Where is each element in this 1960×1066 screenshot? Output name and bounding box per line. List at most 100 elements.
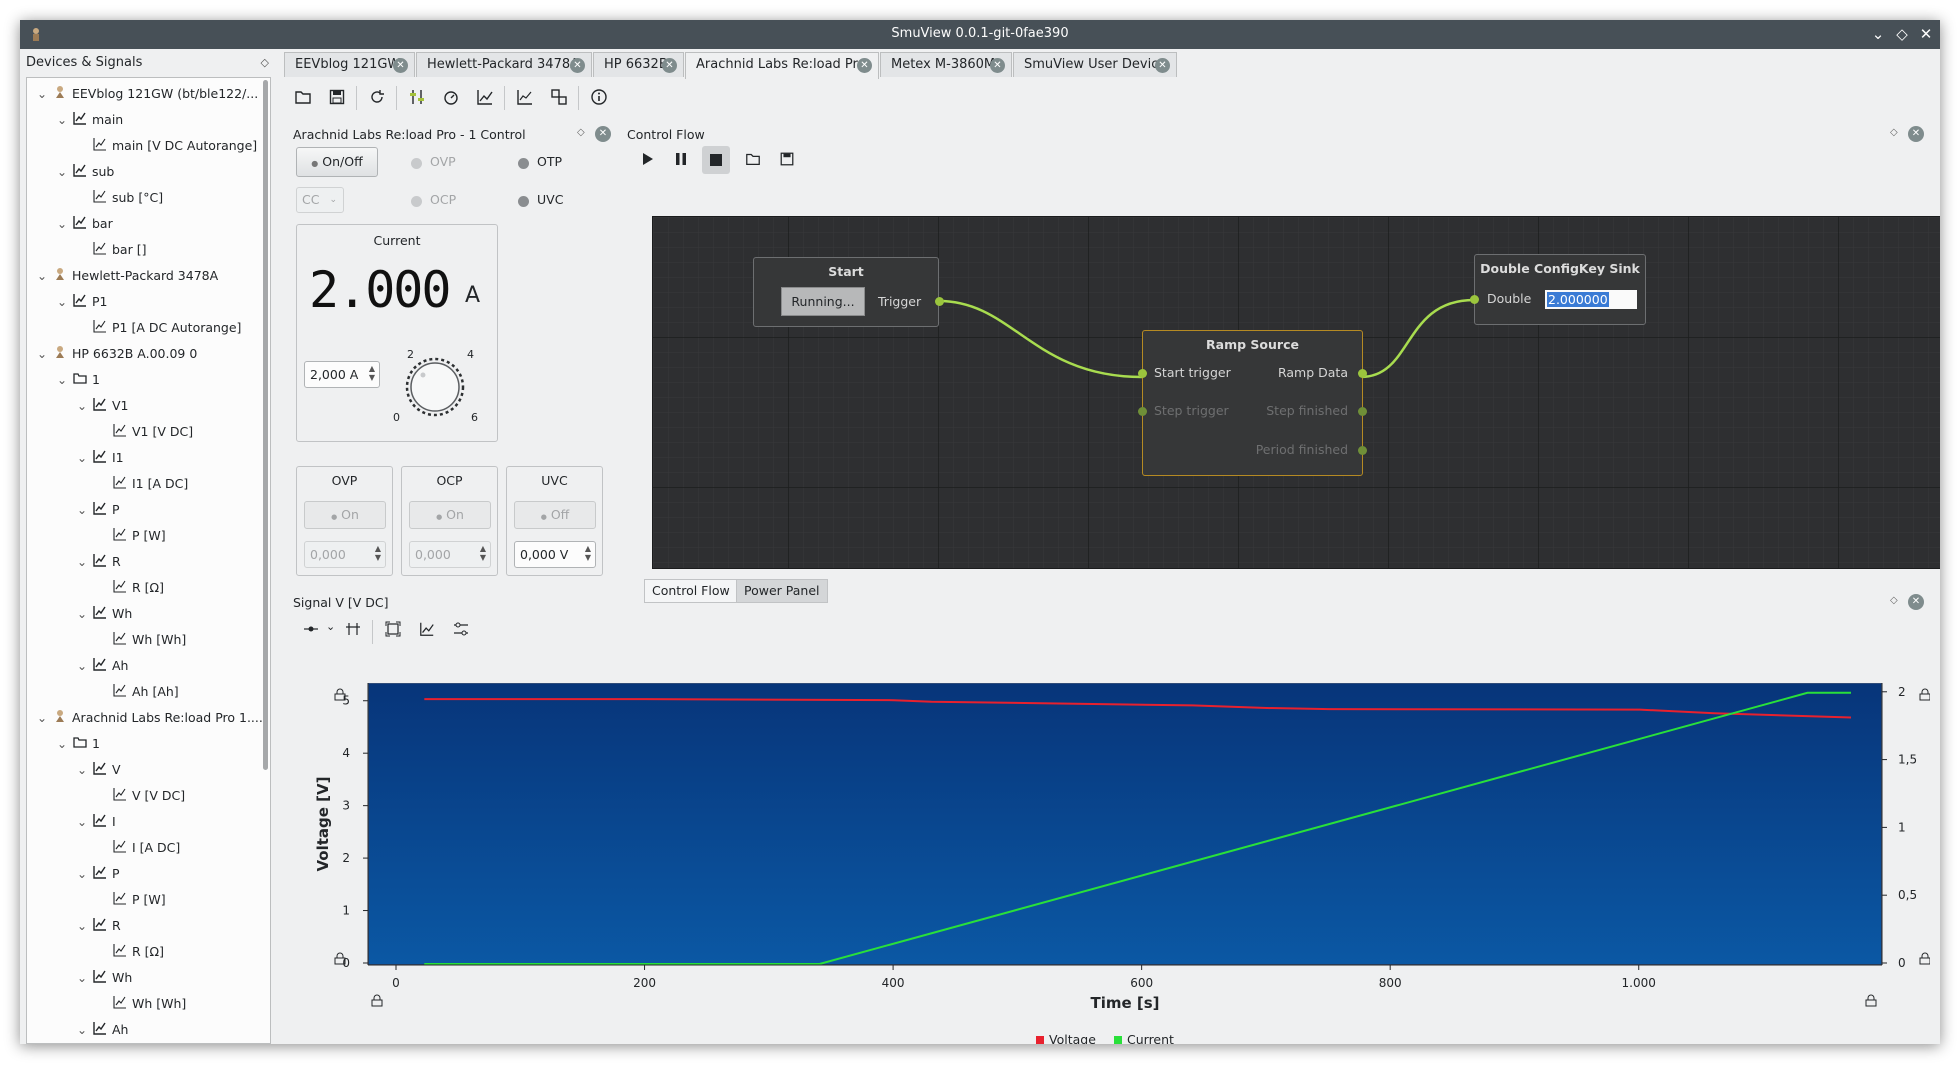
tree-item[interactable]: P1 [A DC Autorange]	[93, 318, 241, 338]
expand-arrow-icon[interactable]: ⌄	[57, 162, 67, 182]
running-button[interactable]: Running...	[781, 287, 865, 316]
period-finished-output-port[interactable]	[1358, 446, 1367, 455]
tree-item[interactable]: R [Ω]	[113, 942, 164, 962]
expand-arrow-icon[interactable]: ⌄	[77, 968, 87, 988]
tab-device[interactable]: Hewlett-Packard 3478A ✕	[416, 52, 592, 77]
add-panel-button[interactable]	[436, 82, 466, 112]
add-signal-button[interactable]	[414, 616, 440, 642]
expand-arrow-icon[interactable]: ⌄	[57, 110, 67, 130]
expand-arrow-icon[interactable]: ⌄	[77, 916, 87, 936]
tree-item[interactable]: ⌄ R	[77, 916, 121, 936]
ramp-data-output-port[interactable]	[1358, 369, 1367, 378]
plot-config-button[interactable]	[448, 616, 474, 642]
expand-arrow-icon[interactable]: ⌄	[37, 84, 47, 104]
tree-item[interactable]: bar []	[93, 240, 146, 260]
add-marker-button[interactable]	[298, 616, 324, 642]
tree-item[interactable]: main [V DC Autorange]	[93, 136, 257, 156]
tab-device[interactable]: SmuView User Device ✕	[1013, 52, 1177, 77]
tree-item[interactable]: ⌄ Wh	[77, 968, 132, 988]
current-setpoint-spinbox[interactable]: 2,000 A ▲ ▼	[304, 361, 380, 388]
expand-arrow-icon[interactable]: ⌄	[77, 396, 87, 416]
close-window-button[interactable]: ✕	[1916, 24, 1936, 44]
expand-arrow-icon[interactable]: ⌄	[77, 1020, 87, 1040]
tree-item[interactable]: sub [°C]	[93, 188, 163, 208]
expand-arrow-icon[interactable]: ⌄	[77, 500, 87, 520]
flow-pause-button[interactable]	[668, 146, 694, 172]
expand-arrow-icon[interactable]: ⌄	[77, 448, 87, 468]
ovp-threshold-spinbox[interactable]: 0,000 ▲ ▼	[304, 541, 386, 568]
step-trigger-input-port[interactable]	[1138, 407, 1147, 416]
tree-item[interactable]: ⌄ Arachnid Labs Re:load Pro 1....	[37, 708, 263, 728]
float-dock-icon[interactable]: ◇	[261, 50, 269, 76]
expand-arrow-icon[interactable]: ⌄	[37, 344, 47, 364]
add-diff-marker-button[interactable]	[340, 616, 366, 642]
legend-current[interactable]: Current	[1114, 1032, 1174, 1044]
maximize-button[interactable]: ◇	[1892, 24, 1912, 44]
tree-item[interactable]: ⌄ 1	[57, 734, 100, 754]
tree-item[interactable]: Wh [Wh]	[113, 630, 186, 650]
tree-item[interactable]: ⌄ P	[77, 500, 120, 520]
uvc-threshold-spinbox[interactable]: 0,000 V ▲ ▼	[514, 541, 596, 568]
tree-scrollbar[interactable]	[263, 80, 268, 770]
step-finished-output-port[interactable]	[1358, 407, 1367, 416]
open-button[interactable]	[288, 82, 318, 112]
expand-arrow-icon[interactable]: ⌄	[77, 812, 87, 832]
tree-item[interactable]: ⌄ I	[77, 812, 116, 832]
flow-open-button[interactable]	[740, 146, 766, 172]
tree-item[interactable]: I [A DC]	[113, 838, 180, 858]
tree-item[interactable]: ⌄ V	[77, 760, 121, 780]
close-tab-icon[interactable]: ✕	[857, 58, 872, 73]
trigger-output-port[interactable]	[935, 297, 944, 306]
close-tab-icon[interactable]: ✕	[1155, 58, 1170, 73]
tab-device[interactable]: HP 6632B ✕	[593, 52, 684, 77]
tree-item[interactable]: ⌄ Hewlett-Packard 3478A	[37, 266, 218, 286]
uvc-off-button[interactable]: ● Off	[514, 501, 596, 529]
close-tab-icon[interactable]: ✕	[570, 58, 585, 73]
tree-item[interactable]: ⌄ I1	[77, 448, 124, 468]
add-xy-plot-button[interactable]	[510, 82, 540, 112]
tab-device[interactable]: Arachnid Labs Re:load Pro ✕	[685, 52, 879, 79]
tab-power-panel[interactable]: Power Panel	[736, 579, 828, 603]
axis-lock-icon[interactable]	[1919, 688, 1930, 701]
zoom-best-fit-button[interactable]	[380, 616, 406, 642]
tree-item[interactable]: ⌄ sub	[57, 162, 114, 182]
float-panel-icon[interactable]: ◇	[1890, 127, 1898, 138]
tree-item[interactable]: P [W]	[113, 526, 166, 546]
close-panel-button[interactable]: ✕	[1908, 126, 1924, 142]
tree-item[interactable]: R [Ω]	[113, 578, 164, 598]
ovp-on-button[interactable]: ● On	[304, 501, 386, 529]
expand-arrow-icon[interactable]: ⌄	[77, 760, 87, 780]
add-control-button[interactable]	[402, 82, 432, 112]
mode-select[interactable]: CC ⌄	[296, 187, 344, 213]
tree-item[interactable]: Ah [Ah]	[113, 682, 179, 702]
close-panel-button[interactable]: ✕	[595, 126, 611, 142]
add-table-button[interactable]	[544, 82, 574, 112]
reload-button[interactable]	[362, 82, 392, 112]
expand-arrow-icon[interactable]: ⌄	[37, 266, 47, 286]
axis-lock-icon[interactable]	[1865, 994, 1877, 1007]
chevron-down-icon[interactable]: ⌄	[326, 620, 335, 633]
tree-item[interactable]: P [W]	[113, 890, 166, 910]
expand-arrow-icon[interactable]: ⌄	[77, 656, 87, 676]
tree-item[interactable]: ⌄ bar	[57, 214, 113, 234]
legend-voltage[interactable]: Voltage	[1036, 1032, 1096, 1044]
expand-arrow-icon[interactable]: ⌄	[37, 708, 47, 728]
add-plot-button[interactable]	[470, 82, 500, 112]
flow-save-button[interactable]	[774, 146, 800, 172]
tree-item[interactable]: ⌄ R	[77, 552, 121, 572]
tree-item[interactable]: ⌄ P1	[57, 292, 108, 312]
tree-item[interactable]: ⌄ 1	[57, 370, 100, 390]
device-tree[interactable]: ⌄ EEVblog 121GW (bt/ble122/... ⌄ main main […	[26, 77, 271, 1044]
expand-arrow-icon[interactable]: ⌄	[77, 864, 87, 884]
tab-device[interactable]: EEVblog 121GW ✕	[284, 52, 415, 77]
expand-arrow-icon[interactable]: ⌄	[77, 604, 87, 624]
tree-item[interactable]: ⌄ EEVblog 121GW (bt/ble122/...	[37, 84, 258, 104]
save-button[interactable]	[322, 82, 352, 112]
tree-item[interactable]: ⌄ main	[57, 110, 123, 130]
tree-item[interactable]: V [V DC]	[113, 786, 185, 806]
close-tab-icon[interactable]: ✕	[662, 58, 677, 73]
ramp-source-node[interactable]: Ramp Source Start trigger Step trigger R…	[1138, 330, 1367, 476]
close-tab-icon[interactable]: ✕	[990, 58, 1005, 73]
tree-item[interactable]: ⌄ V1	[77, 396, 129, 416]
flow-stop-button[interactable]	[702, 146, 730, 174]
